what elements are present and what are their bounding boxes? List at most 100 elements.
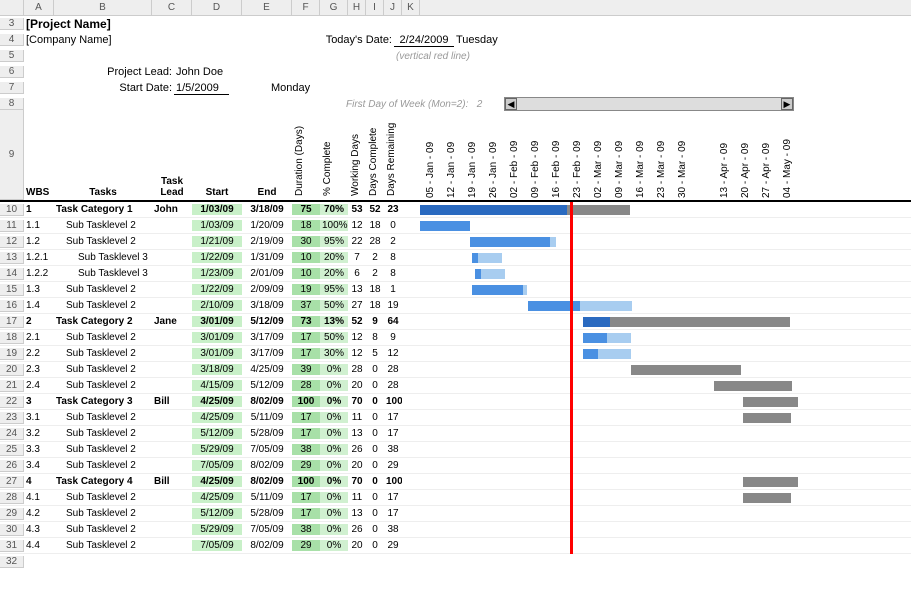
cell-pct[interactable]: 50%: [320, 332, 348, 343]
cell-pct[interactable]: 0%: [320, 460, 348, 471]
cell-end[interactable]: 3/17/09: [242, 332, 292, 343]
cell-wd[interactable]: 22: [348, 236, 366, 247]
row-6[interactable]: 6: [0, 66, 24, 78]
cell-wd[interactable]: 6: [348, 268, 366, 279]
cell-end[interactable]: 1/31/09: [242, 252, 292, 263]
cell-wbs[interactable]: 3.2: [24, 428, 54, 439]
row-27[interactable]: 27: [0, 476, 24, 488]
cell-pct[interactable]: 95%: [320, 236, 348, 247]
cell-start[interactable]: 1/03/09: [192, 204, 242, 215]
cell-start[interactable]: 4/25/09: [192, 396, 242, 407]
cell-dc[interactable]: 0: [366, 492, 384, 503]
cell-dc[interactable]: 9: [366, 316, 384, 327]
cell-dur[interactable]: 29: [292, 460, 320, 471]
cell-pct[interactable]: 70%: [320, 204, 348, 215]
cell-task[interactable]: Sub Tasklevel 2: [54, 300, 152, 311]
cell-dur[interactable]: 18: [292, 220, 320, 231]
table-row[interactable]: 243.2Sub Tasklevel 25/12/095/28/09170%13…: [0, 426, 911, 442]
table-row[interactable]: 141.2.2Sub Tasklevel 31/23/092/01/091020…: [0, 266, 911, 282]
cell-lead[interactable]: Jane: [152, 316, 192, 327]
cell-task[interactable]: Sub Tasklevel 3: [54, 268, 152, 279]
cell-wd[interactable]: 26: [348, 524, 366, 535]
cell-pct[interactable]: 95%: [320, 284, 348, 295]
row-20[interactable]: 20: [0, 364, 24, 376]
cell-dur[interactable]: 17: [292, 348, 320, 359]
cell-start[interactable]: 4/25/09: [192, 476, 242, 487]
cell-end[interactable]: 8/02/09: [242, 396, 292, 407]
table-row[interactable]: 284.1Sub Tasklevel 24/25/095/11/09170%11…: [0, 490, 911, 506]
cell-task[interactable]: Task Category 1: [54, 204, 152, 215]
cell-task[interactable]: Sub Tasklevel 3: [54, 252, 152, 263]
cell-dr[interactable]: 8: [384, 268, 402, 279]
cell-start[interactable]: 5/29/09: [192, 444, 242, 455]
cell-end[interactable]: 2/01/09: [242, 268, 292, 279]
cell-end[interactable]: 2/19/09: [242, 236, 292, 247]
cell-wbs[interactable]: 4.2: [24, 508, 54, 519]
col-B[interactable]: B: [54, 0, 152, 15]
scroll-right-icon[interactable]: ▶: [781, 98, 793, 110]
table-row[interactable]: 274Task Category 4Bill4/25/098/02/091000…: [0, 474, 911, 490]
cell-task[interactable]: Task Category 3: [54, 396, 152, 407]
row-12[interactable]: 12: [0, 236, 24, 248]
cell-dc[interactable]: 52: [366, 204, 384, 215]
cell-start[interactable]: 2/10/09: [192, 300, 242, 311]
cell-wbs[interactable]: 3.4: [24, 460, 54, 471]
cell-start[interactable]: 1/22/09: [192, 252, 242, 263]
col-I[interactable]: I: [366, 0, 384, 15]
cell-dc[interactable]: 18: [366, 220, 384, 231]
table-row[interactable]: 304.3Sub Tasklevel 25/29/097/05/09380%26…: [0, 522, 911, 538]
cell-wbs[interactable]: 4.1: [24, 492, 54, 503]
cell-dur[interactable]: 30: [292, 236, 320, 247]
table-row[interactable]: 182.1Sub Tasklevel 23/01/093/17/091750%1…: [0, 330, 911, 346]
cell-task[interactable]: Sub Tasklevel 2: [54, 428, 152, 439]
row-3[interactable]: 3: [0, 18, 24, 30]
table-row[interactable]: 253.3Sub Tasklevel 25/29/097/05/09380%26…: [0, 442, 911, 458]
cell-dr[interactable]: 28: [384, 364, 402, 375]
cell-dur[interactable]: 75: [292, 204, 320, 215]
cell-start[interactable]: 7/05/09: [192, 540, 242, 551]
cell-wbs[interactable]: 1.2.2: [24, 268, 54, 279]
cell-task[interactable]: Sub Tasklevel 2: [54, 284, 152, 295]
cell-start[interactable]: 1/03/09: [192, 220, 242, 231]
row-14[interactable]: 14: [0, 268, 24, 280]
cell-task[interactable]: Sub Tasklevel 2: [54, 508, 152, 519]
cell-dur[interactable]: 37: [292, 300, 320, 311]
cell-dc[interactable]: 0: [366, 428, 384, 439]
cell-end[interactable]: 8/02/09: [242, 540, 292, 551]
cell-end[interactable]: 2/09/09: [242, 284, 292, 295]
table-row[interactable]: 121.2Sub Tasklevel 21/21/092/19/093095%2…: [0, 234, 911, 250]
cell-pct[interactable]: 100%: [320, 220, 348, 231]
cell-dr[interactable]: 64: [384, 316, 402, 327]
cell-dc[interactable]: 5: [366, 348, 384, 359]
cell-dc[interactable]: 0: [366, 444, 384, 455]
cell-start[interactable]: 5/12/09: [192, 428, 242, 439]
cell-wbs[interactable]: 3.1: [24, 412, 54, 423]
col-H[interactable]: H: [348, 0, 366, 15]
row-10[interactable]: 10: [0, 204, 24, 216]
cell-wbs[interactable]: 3.3: [24, 444, 54, 455]
table-row[interactable]: 223Task Category 3Bill4/25/098/02/091000…: [0, 394, 911, 410]
cell-dc[interactable]: 28: [366, 236, 384, 247]
cell-pct[interactable]: 0%: [320, 540, 348, 551]
cell-wd[interactable]: 12: [348, 332, 366, 343]
cell-dc[interactable]: 2: [366, 268, 384, 279]
cell-wbs[interactable]: 2.3: [24, 364, 54, 375]
row-4[interactable]: 4: [0, 34, 24, 46]
cell-lead[interactable]: Bill: [152, 476, 192, 487]
cell-end[interactable]: 3/18/09: [242, 300, 292, 311]
cell-pct[interactable]: 0%: [320, 412, 348, 423]
row-5[interactable]: 5: [0, 50, 24, 62]
row-30[interactable]: 30: [0, 524, 24, 536]
cell-dr[interactable]: 28: [384, 380, 402, 391]
cell-wbs[interactable]: 3: [24, 396, 54, 407]
cell-dr[interactable]: 9: [384, 332, 402, 343]
cell-dr[interactable]: 8: [384, 252, 402, 263]
cell-end[interactable]: 1/20/09: [242, 220, 292, 231]
cell-task[interactable]: Sub Tasklevel 2: [54, 236, 152, 247]
cell-dr[interactable]: 23: [384, 204, 402, 215]
cell-dur[interactable]: 17: [292, 428, 320, 439]
cell-wd[interactable]: 13: [348, 428, 366, 439]
cell-dur[interactable]: 28: [292, 380, 320, 391]
cell-dc[interactable]: 0: [366, 364, 384, 375]
table-row[interactable]: 192.2Sub Tasklevel 23/01/093/17/091730%1…: [0, 346, 911, 362]
